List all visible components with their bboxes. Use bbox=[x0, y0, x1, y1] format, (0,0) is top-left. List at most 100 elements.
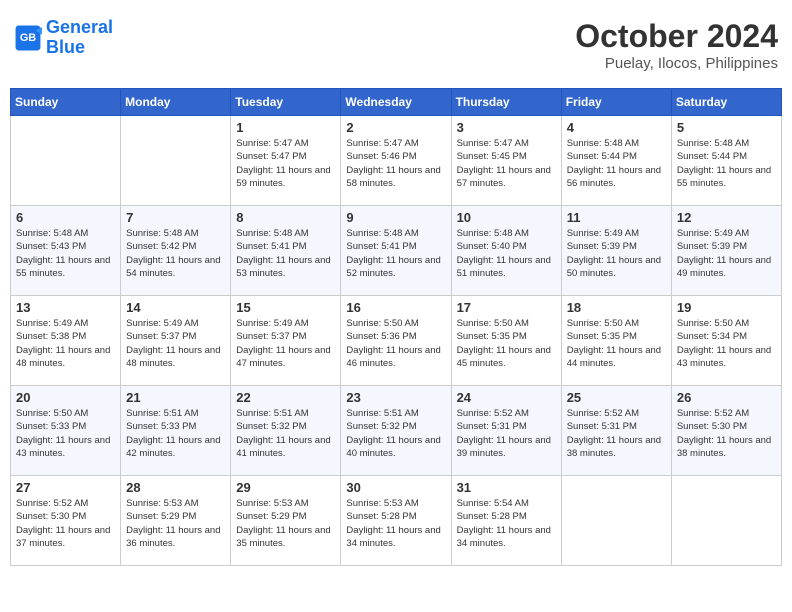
calendar-cell: 15Sunrise: 5:49 AMSunset: 5:37 PMDayligh… bbox=[231, 296, 341, 386]
calendar-cell bbox=[671, 476, 781, 566]
calendar-cell: 22 Sunrise: 5:51 AMSunset: 5:32 PMDayligh… bbox=[231, 386, 341, 476]
day-info: Sunrise: 5:52 AMSunset: 5:30 PMDaylight:… bbox=[677, 407, 776, 460]
day-info: Sunrise: 5:47 AMSunset: 5:47 PMDaylight:… bbox=[236, 137, 335, 190]
day-info: Sunrise: 5:48 AMSunset: 5:43 PMDaylight:… bbox=[16, 227, 115, 280]
calendar-cell: 1 Sunrise: 5:47 AMSunset: 5:47 PMDaylight… bbox=[231, 116, 341, 206]
day-number: 24 bbox=[457, 390, 556, 405]
calendar-cell: 8 Sunrise: 5:48 AMSunset: 5:41 PMDaylight… bbox=[231, 206, 341, 296]
calendar-cell: 30Sunrise: 5:53 AMSunset: 5:28 PMDayligh… bbox=[341, 476, 451, 566]
day-number: 26 bbox=[677, 390, 776, 405]
calendar-cell: 4Sunrise: 5:48 AMSunset: 5:44 PMDaylight… bbox=[561, 116, 671, 206]
day-number: 12 bbox=[677, 210, 776, 225]
calendar-cell: 13Sunrise: 5:49 AMSunset: 5:38 PMDayligh… bbox=[11, 296, 121, 386]
day-number: 4 bbox=[567, 120, 666, 135]
day-info: Sunrise: 5:50 AMSunset: 5:35 PMDaylight:… bbox=[457, 317, 556, 370]
day-number: 19 bbox=[677, 300, 776, 315]
day-number: 28 bbox=[126, 480, 225, 495]
day-info: Sunrise: 5:50 AMSunset: 5:33 PMDaylight:… bbox=[16, 407, 115, 460]
calendar-cell: 3Sunrise: 5:47 AMSunset: 5:45 PMDaylight… bbox=[451, 116, 561, 206]
day-info: Sunrise: 5:49 AMSunset: 5:39 PMDaylight:… bbox=[567, 227, 666, 280]
day-number: 29 bbox=[236, 480, 335, 495]
day-info: Sunrise: 5:53 AMSunset: 5:29 PMDaylight:… bbox=[126, 497, 225, 550]
day-info: Sunrise: 5:50 AMSunset: 5:36 PMDaylight:… bbox=[346, 317, 445, 370]
month-title: October 2024 bbox=[575, 18, 778, 55]
day-number: 31 bbox=[457, 480, 556, 495]
calendar-cell: 28 Sunrise: 5:53 AMSunset: 5:29 PMDayligh… bbox=[121, 476, 231, 566]
calendar-cell: 16 Sunrise: 5:50 AMSunset: 5:36 PMDayligh… bbox=[341, 296, 451, 386]
day-info: Sunrise: 5:54 AMSunset: 5:28 PMDaylight:… bbox=[457, 497, 556, 550]
day-number: 9 bbox=[346, 210, 445, 225]
weekday-header-thursday: Thursday bbox=[451, 89, 561, 116]
day-number: 7 bbox=[126, 210, 225, 225]
weekday-header-sunday: Sunday bbox=[11, 89, 121, 116]
calendar-cell: 6 Sunrise: 5:48 AMSunset: 5:43 PMDaylight… bbox=[11, 206, 121, 296]
logo-text: General Blue bbox=[46, 18, 113, 58]
day-info: Sunrise: 5:53 AMSunset: 5:28 PMDaylight:… bbox=[346, 497, 445, 550]
day-info: Sunrise: 5:50 AMSunset: 5:35 PMDaylight:… bbox=[567, 317, 666, 370]
day-info: Sunrise: 5:49 AMSunset: 5:38 PMDaylight:… bbox=[16, 317, 115, 370]
calendar-cell: 19 Sunrise: 5:50 AMSunset: 5:34 PMDayligh… bbox=[671, 296, 781, 386]
weekday-header-wednesday: Wednesday bbox=[341, 89, 451, 116]
day-number: 18 bbox=[567, 300, 666, 315]
calendar-cell: 5 Sunrise: 5:48 AMSunset: 5:44 PMDaylight… bbox=[671, 116, 781, 206]
calendar-cell: 21 Sunrise: 5:51 AMSunset: 5:33 PMDayligh… bbox=[121, 386, 231, 476]
day-info: Sunrise: 5:52 AMSunset: 5:30 PMDaylight:… bbox=[16, 497, 115, 550]
day-number: 16 bbox=[346, 300, 445, 315]
day-info: Sunrise: 5:51 AMSunset: 5:33 PMDaylight:… bbox=[126, 407, 225, 460]
svg-text:GB: GB bbox=[20, 32, 36, 44]
title-block: October 2024 Puelay, Ilocos, Philippines bbox=[575, 18, 778, 72]
day-number: 10 bbox=[457, 210, 556, 225]
calendar-week-row: 13Sunrise: 5:49 AMSunset: 5:38 PMDayligh… bbox=[11, 296, 782, 386]
calendar-cell bbox=[121, 116, 231, 206]
calendar-cell: 14 Sunrise: 5:49 AMSunset: 5:37 PMDayligh… bbox=[121, 296, 231, 386]
calendar-cell: 9Sunrise: 5:48 AMSunset: 5:41 PMDaylight… bbox=[341, 206, 451, 296]
weekday-header-row: SundayMondayTuesdayWednesdayThursdayFrid… bbox=[11, 89, 782, 116]
day-info: Sunrise: 5:53 AMSunset: 5:29 PMDaylight:… bbox=[236, 497, 335, 550]
calendar-cell: 18 Sunrise: 5:50 AMSunset: 5:35 PMDayligh… bbox=[561, 296, 671, 386]
day-info: Sunrise: 5:50 AMSunset: 5:34 PMDaylight:… bbox=[677, 317, 776, 370]
weekday-header-friday: Friday bbox=[561, 89, 671, 116]
calendar-cell: 17Sunrise: 5:50 AMSunset: 5:35 PMDayligh… bbox=[451, 296, 561, 386]
weekday-header-saturday: Saturday bbox=[671, 89, 781, 116]
calendar-cell bbox=[561, 476, 671, 566]
calendar-week-row: 6 Sunrise: 5:48 AMSunset: 5:43 PMDaylight… bbox=[11, 206, 782, 296]
day-info: Sunrise: 5:48 AMSunset: 5:40 PMDaylight:… bbox=[457, 227, 556, 280]
day-info: Sunrise: 5:49 AMSunset: 5:39 PMDaylight:… bbox=[677, 227, 776, 280]
calendar-cell: 23Sunrise: 5:51 AMSunset: 5:32 PMDayligh… bbox=[341, 386, 451, 476]
day-number: 21 bbox=[126, 390, 225, 405]
day-info: Sunrise: 5:48 AMSunset: 5:41 PMDaylight:… bbox=[236, 227, 335, 280]
day-number: 1 bbox=[236, 120, 335, 135]
day-number: 22 bbox=[236, 390, 335, 405]
calendar-week-row: 20 Sunrise: 5:50 AMSunset: 5:33 PMDayligh… bbox=[11, 386, 782, 476]
day-number: 11 bbox=[567, 210, 666, 225]
calendar-cell: 20 Sunrise: 5:50 AMSunset: 5:33 PMDayligh… bbox=[11, 386, 121, 476]
calendar-cell: 27Sunrise: 5:52 AMSunset: 5:30 PMDayligh… bbox=[11, 476, 121, 566]
day-info: Sunrise: 5:52 AMSunset: 5:31 PMDaylight:… bbox=[567, 407, 666, 460]
location-subtitle: Puelay, Ilocos, Philippines bbox=[575, 55, 778, 72]
calendar-cell: 24 Sunrise: 5:52 AMSunset: 5:31 PMDayligh… bbox=[451, 386, 561, 476]
calendar-cell: 11 Sunrise: 5:49 AMSunset: 5:39 PMDayligh… bbox=[561, 206, 671, 296]
day-info: Sunrise: 5:49 AMSunset: 5:37 PMDaylight:… bbox=[126, 317, 225, 370]
page-header: GB General Blue October 2024 Puelay, Ilo… bbox=[10, 10, 782, 80]
day-info: Sunrise: 5:52 AMSunset: 5:31 PMDaylight:… bbox=[457, 407, 556, 460]
calendar-cell bbox=[11, 116, 121, 206]
day-number: 8 bbox=[236, 210, 335, 225]
day-number: 5 bbox=[677, 120, 776, 135]
day-info: Sunrise: 5:47 AMSunset: 5:45 PMDaylight:… bbox=[457, 137, 556, 190]
day-number: 23 bbox=[346, 390, 445, 405]
day-number: 20 bbox=[16, 390, 115, 405]
logo-icon: GB bbox=[14, 24, 42, 52]
calendar-week-row: 1 Sunrise: 5:47 AMSunset: 5:47 PMDaylight… bbox=[11, 116, 782, 206]
day-info: Sunrise: 5:48 AMSunset: 5:44 PMDaylight:… bbox=[677, 137, 776, 190]
day-number: 6 bbox=[16, 210, 115, 225]
day-number: 14 bbox=[126, 300, 225, 315]
calendar-week-row: 27Sunrise: 5:52 AMSunset: 5:30 PMDayligh… bbox=[11, 476, 782, 566]
weekday-header-tuesday: Tuesday bbox=[231, 89, 341, 116]
calendar-cell: 25Sunrise: 5:52 AMSunset: 5:31 PMDayligh… bbox=[561, 386, 671, 476]
day-info: Sunrise: 5:51 AMSunset: 5:32 PMDaylight:… bbox=[236, 407, 335, 460]
calendar-cell: 29 Sunrise: 5:53 AMSunset: 5:29 PMDayligh… bbox=[231, 476, 341, 566]
day-info: Sunrise: 5:47 AMSunset: 5:46 PMDaylight:… bbox=[346, 137, 445, 190]
day-info: Sunrise: 5:49 AMSunset: 5:37 PMDaylight:… bbox=[236, 317, 335, 370]
calendar-table: SundayMondayTuesdayWednesdayThursdayFrid… bbox=[10, 88, 782, 566]
calendar-cell: 31 Sunrise: 5:54 AMSunset: 5:28 PMDayligh… bbox=[451, 476, 561, 566]
